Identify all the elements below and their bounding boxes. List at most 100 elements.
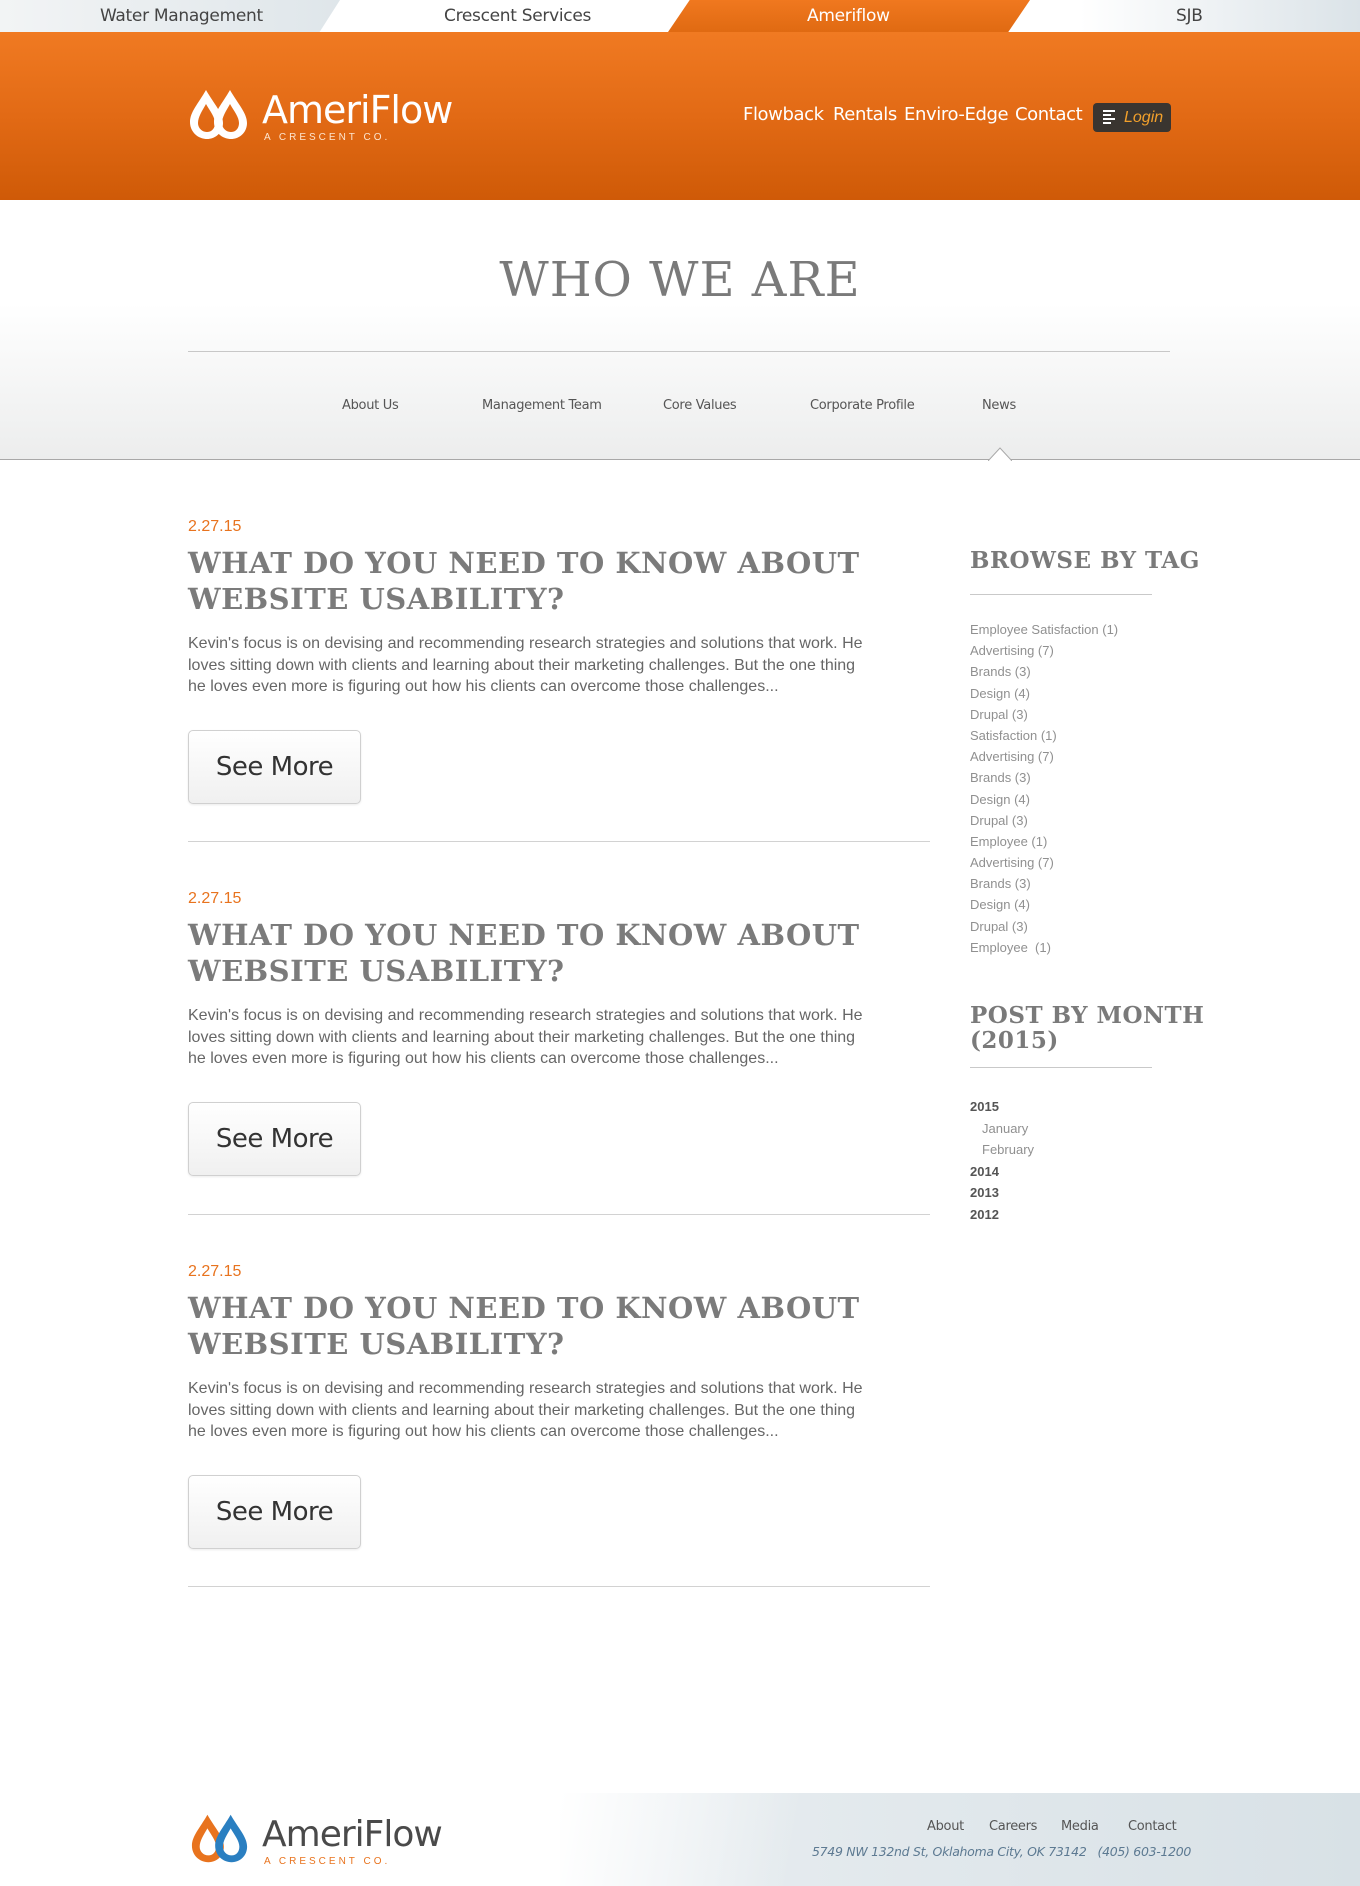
nav-flowback[interactable]: Flowback	[743, 104, 824, 125]
tag-link[interactable]: Brands (3)	[970, 767, 1118, 788]
news-post: 2.27.15 WHAT DO YOU NEED TO KNOW ABOUT W…	[188, 889, 930, 1176]
header-logo[interactable]: AmeriFlow A CRESCENT CO.	[188, 86, 458, 156]
site-link-sjb[interactable]: SJB	[1176, 0, 1203, 32]
archive-list: 2015 January February 2014 2013 2012	[970, 1096, 1034, 1225]
tag-link[interactable]: Advertising (7)	[970, 746, 1118, 767]
phone-text[interactable]: (405) 603-1200	[1098, 1844, 1192, 1859]
news-post: 2.27.15 WHAT DO YOU NEED TO KNOW ABOUT W…	[188, 517, 930, 804]
nav-enviro-edge[interactable]: Enviro-Edge	[904, 104, 1009, 125]
footer-logo-wordmark: AmeriFlow	[262, 1814, 443, 1855]
excerpt-line: Kevin's focus is on devising and recomme…	[188, 635, 863, 652]
nav-rentals[interactable]: Rentals	[833, 104, 897, 125]
subnav-corporate-profile[interactable]: Corporate Profile	[810, 398, 915, 413]
tag-link[interactable]: Advertising (7)	[970, 640, 1118, 661]
tag-link[interactable]: Drupal (3)	[970, 704, 1118, 725]
tag-link[interactable]: Brands (3)	[970, 873, 1118, 894]
site-link-ameriflow[interactable]: Ameriflow	[807, 0, 890, 32]
page-title: WHO WE ARE	[499, 252, 861, 308]
footer-link-contact[interactable]: Contact	[1128, 1819, 1177, 1834]
subnav-about-us[interactable]: About Us	[342, 398, 399, 413]
footer-link-media[interactable]: Media	[1061, 1819, 1099, 1834]
tag-link[interactable]: Employee (1)	[970, 937, 1118, 958]
archive-year[interactable]: 2012	[970, 1204, 1034, 1226]
browse-by-tag-title: BROWSE BY TAG	[970, 547, 1200, 574]
subnav-core-values[interactable]: Core Values	[663, 398, 737, 413]
water-drops-logo-icon	[190, 90, 247, 139]
tag-list: Employee Satisfaction (1) Advertising (7…	[970, 619, 1118, 958]
post-date: 2.27.15	[188, 518, 242, 535]
tag-link[interactable]: Advertising (7)	[970, 852, 1118, 873]
excerpt-line: he loves even more is figuring out how h…	[188, 1050, 779, 1067]
tag-link[interactable]: Employee (1)	[970, 831, 1118, 852]
tag-link[interactable]: Satisfaction (1)	[970, 725, 1118, 746]
see-more-button[interactable]: See More	[188, 1101, 361, 1176]
site-footer: AmeriFlow A CRESCENT CO. About Careers M…	[0, 1793, 1360, 1886]
post-excerpt: Kevin's focus is on devising and recomme…	[188, 1005, 918, 1070]
section-divider	[188, 351, 1170, 352]
tag-link[interactable]: Design (4)	[970, 789, 1118, 810]
footer-link-about[interactable]: About	[927, 1819, 964, 1834]
post-date: 2.27.15	[188, 890, 242, 907]
footer-bg	[560, 1793, 1360, 1886]
footer-logo[interactable]: AmeriFlow A CRESCENT CO.	[190, 1810, 450, 1870]
excerpt-line: loves sitting down with clients and lear…	[188, 1028, 856, 1046]
post-divider	[188, 841, 930, 842]
post-title[interactable]: WHAT DO YOU NEED TO KNOW ABOUT WEBSITE U…	[188, 545, 930, 617]
tag-link[interactable]: Brands (3)	[970, 661, 1118, 682]
post-by-month-title-line: POST BY MONTH	[970, 1002, 1205, 1029]
excerpt-line: loves sitting down with clients and lear…	[188, 1401, 856, 1419]
sidebar-divider	[970, 594, 1152, 595]
tag-link[interactable]: Employee Satisfaction (1)	[970, 619, 1118, 640]
post-title-line: WHAT DO YOU NEED TO KNOW ABOUT	[188, 546, 860, 580]
water-drops-logo-icon	[191, 1814, 248, 1863]
post-excerpt: Kevin's focus is on devising and recomme…	[188, 633, 918, 698]
menu-lines-icon	[1103, 110, 1115, 125]
post-excerpt: Kevin's focus is on devising and recomme…	[188, 1378, 918, 1443]
post-by-month-title: POST BY MONTH (2015)	[970, 1003, 1204, 1053]
post-title-line: WEBSITE USABILITY?	[188, 582, 565, 616]
archive-month[interactable]: January	[970, 1118, 1034, 1140]
see-more-button[interactable]: See More	[188, 729, 361, 804]
site-header: AmeriFlow A CRESCENT CO. Flowback Rental…	[0, 32, 1360, 200]
login-label: Login	[1124, 109, 1164, 126]
post-by-month-title-line: (2015)	[970, 1027, 1059, 1054]
archive-month[interactable]: February	[970, 1139, 1034, 1161]
tag-link[interactable]: Design (4)	[970, 683, 1118, 704]
footer-address: 5749 NW 132nd St, Oklahoma City, OK 7314…	[812, 1844, 1191, 1859]
post-divider	[188, 1586, 930, 1587]
footer-logo-tagline: A CRESCENT CO.	[264, 1856, 391, 1867]
site-link-water-management[interactable]: Water Management	[100, 0, 263, 32]
post-title[interactable]: WHAT DO YOU NEED TO KNOW ABOUT WEBSITE U…	[188, 917, 930, 989]
sidebar-divider	[970, 1067, 1152, 1068]
archive-year[interactable]: 2015	[970, 1096, 1034, 1118]
post-divider	[188, 1214, 930, 1215]
archive-year[interactable]: 2013	[970, 1182, 1034, 1204]
tag-link[interactable]: Drupal (3)	[970, 916, 1118, 937]
excerpt-line: loves sitting down with clients and lear…	[188, 656, 856, 674]
post-title-line: WEBSITE USABILITY?	[188, 1327, 565, 1361]
site-link-crescent-services[interactable]: Crescent Services	[444, 0, 591, 32]
active-tab-caret-icon	[988, 447, 1012, 461]
post-title-line: WHAT DO YOU NEED TO KNOW ABOUT	[188, 1291, 860, 1325]
post-title-line: WEBSITE USABILITY?	[188, 954, 565, 988]
login-button[interactable]: Login	[1093, 103, 1171, 132]
see-more-button[interactable]: See More	[188, 1474, 361, 1549]
site-switcher-bar: Water Management Crescent Services Ameri…	[0, 0, 1360, 32]
archive-year[interactable]: 2014	[970, 1161, 1034, 1183]
logo-tagline: A CRESCENT CO.	[264, 132, 391, 143]
tag-link[interactable]: Drupal (3)	[970, 810, 1118, 831]
subnav-management-team[interactable]: Management Team	[482, 398, 602, 413]
logo-wordmark: AmeriFlow	[262, 88, 453, 132]
excerpt-line: he loves even more is figuring out how h…	[188, 678, 779, 695]
address-text: 5749 NW 132nd St, Oklahoma City, OK 7314…	[812, 1844, 1087, 1859]
excerpt-line: Kevin's focus is on devising and recomme…	[188, 1380, 863, 1397]
nav-contact[interactable]: Contact	[1015, 104, 1083, 125]
subnav-news[interactable]: News	[982, 398, 1016, 413]
post-date: 2.27.15	[188, 1263, 242, 1280]
post-title-line: WHAT DO YOU NEED TO KNOW ABOUT	[188, 918, 860, 952]
tag-link[interactable]: Design (4)	[970, 894, 1118, 915]
excerpt-line: he loves even more is figuring out how h…	[188, 1423, 779, 1440]
post-title[interactable]: WHAT DO YOU NEED TO KNOW ABOUT WEBSITE U…	[188, 1290, 930, 1362]
footer-link-careers[interactable]: Careers	[989, 1819, 1037, 1834]
section-header: WHO WE ARE About Us Management Team Core…	[0, 200, 1360, 461]
